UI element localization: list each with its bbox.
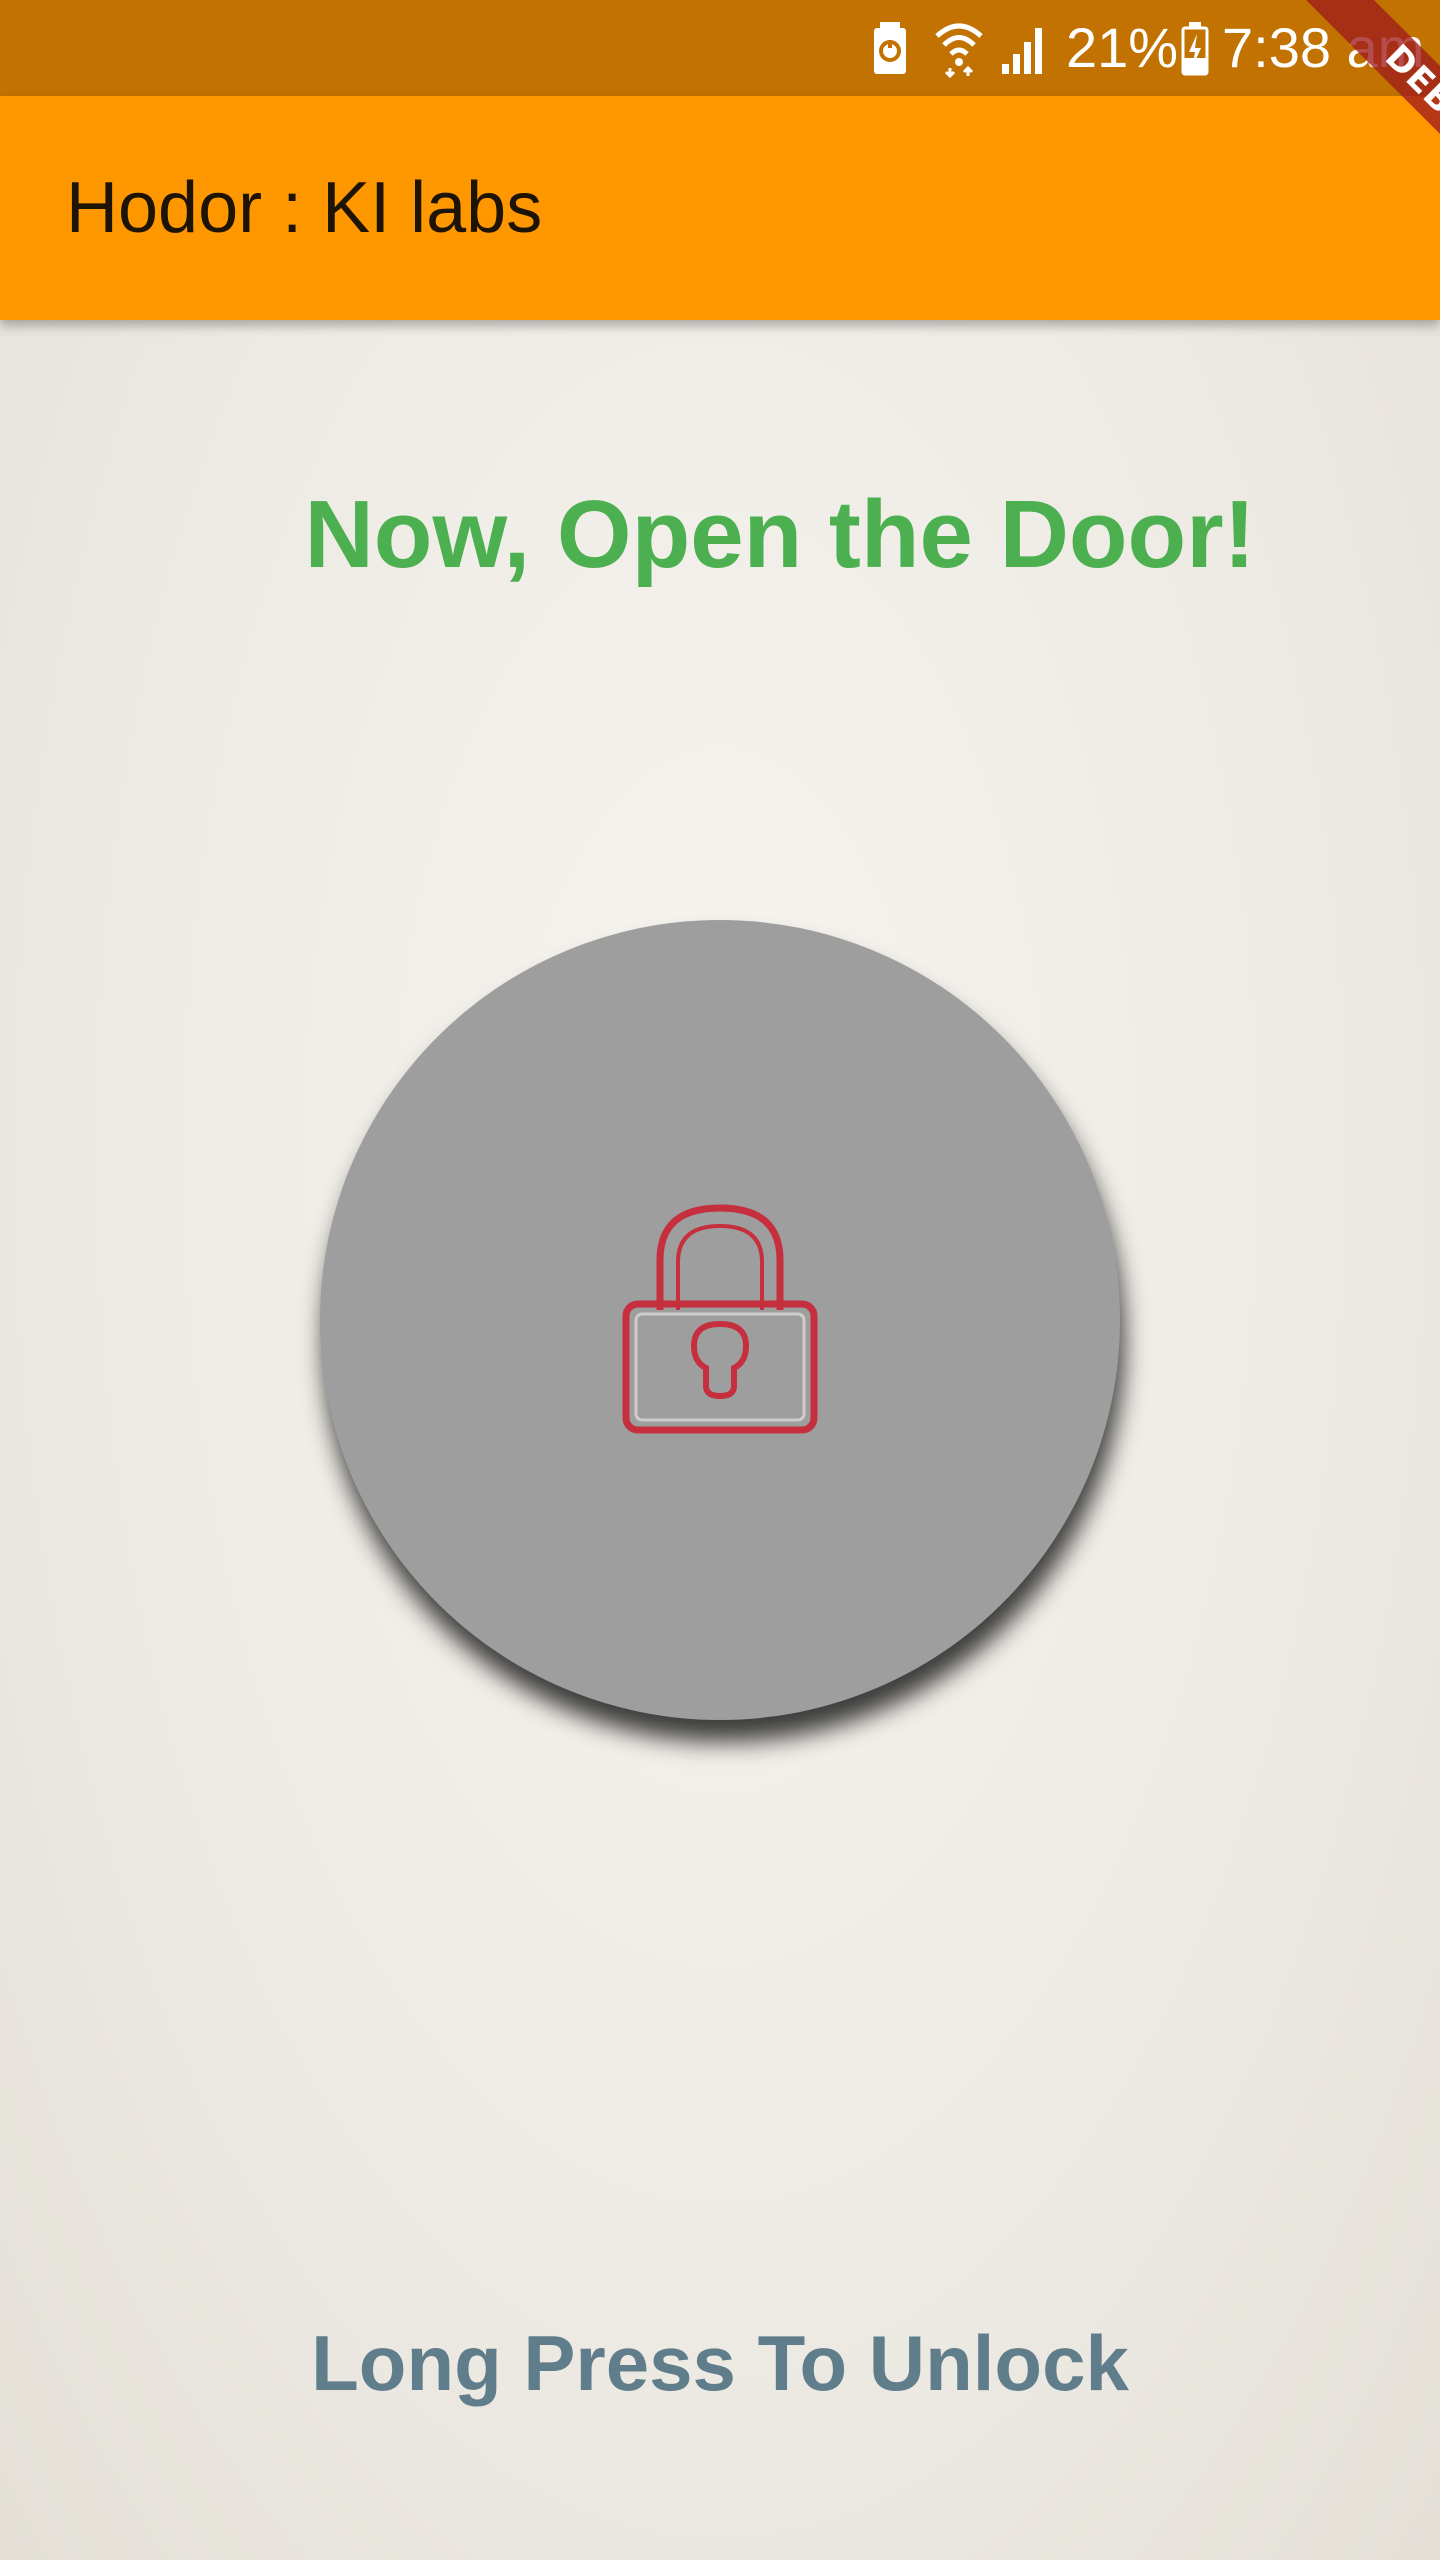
status-time: 7:38 am — [1222, 16, 1425, 79]
wifi-icon — [935, 23, 983, 78]
signal-icon — [1002, 28, 1042, 74]
charging-battery-icon — [1181, 22, 1209, 76]
screen: 21% 7:38 am Hodor : KI labs DEBUG Now, O… — [0, 0, 1440, 2560]
app-bar: Hodor : KI labs — [0, 96, 1440, 320]
long-press-hint: Long Press To Unlock — [311, 2319, 1129, 2407]
page-heading: Now, Open the Door! — [304, 481, 1256, 588]
battery-saver-icon — [874, 22, 906, 74]
padlock-icon — [622, 1204, 818, 1434]
app-title: Hodor : KI labs — [66, 168, 543, 248]
unlock-button[interactable] — [320, 920, 1120, 1720]
status-bar: 21% 7:38 am — [0, 0, 1440, 96]
battery-percent-text: 21% — [1066, 16, 1179, 79]
